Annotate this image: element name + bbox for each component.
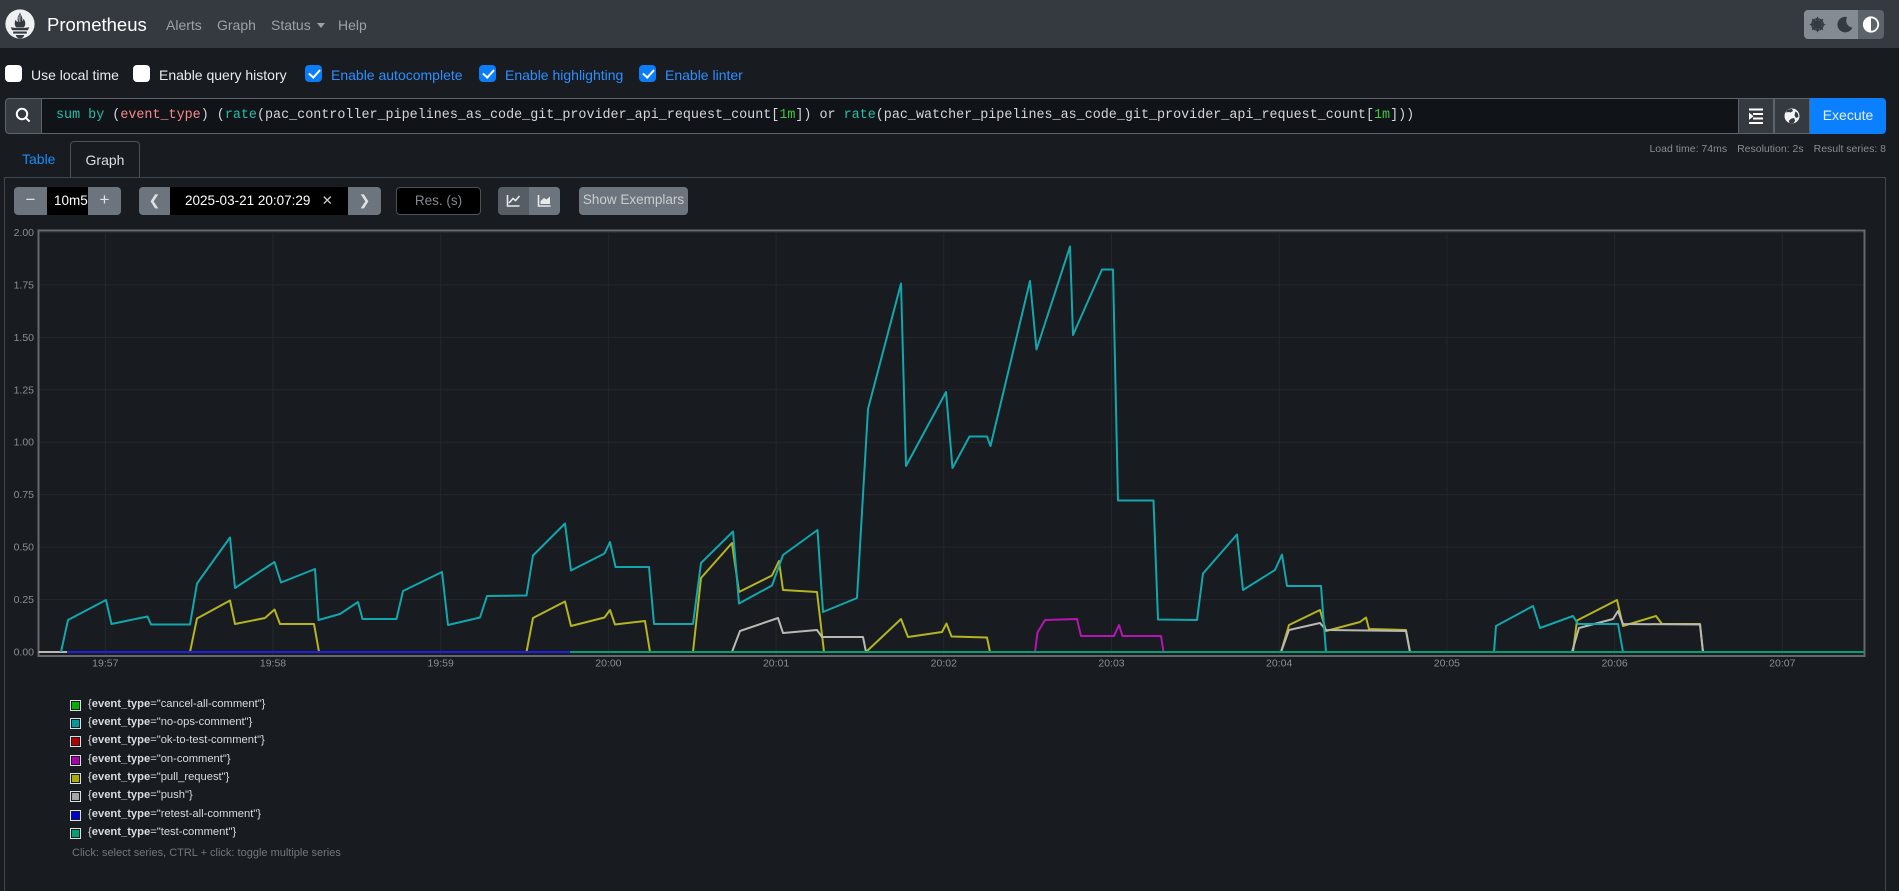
svg-text:1.00: 1.00	[14, 437, 35, 449]
svg-text:0.50: 0.50	[14, 542, 35, 554]
svg-text:20:05: 20:05	[1434, 658, 1460, 670]
svg-text:20:06: 20:06	[1601, 658, 1627, 670]
svg-text:1.25: 1.25	[14, 384, 35, 396]
svg-text:20:03: 20:03	[1098, 658, 1124, 670]
svg-text:1.75: 1.75	[14, 279, 35, 291]
svg-text:20:01: 20:01	[763, 658, 789, 670]
svg-text:20:00: 20:00	[595, 658, 621, 670]
svg-text:20:02: 20:02	[931, 658, 957, 670]
svg-text:1.50: 1.50	[14, 332, 35, 344]
svg-text:0.25: 0.25	[14, 594, 35, 606]
svg-text:19:57: 19:57	[92, 658, 118, 670]
svg-text:19:59: 19:59	[428, 658, 454, 670]
svg-text:0.00: 0.00	[14, 647, 35, 659]
svg-text:19:58: 19:58	[260, 658, 286, 670]
svg-text:20:07: 20:07	[1769, 658, 1795, 670]
svg-text:0.75: 0.75	[14, 489, 35, 501]
svg-text:20:04: 20:04	[1266, 658, 1292, 670]
svg-text:2.00: 2.00	[14, 227, 35, 239]
